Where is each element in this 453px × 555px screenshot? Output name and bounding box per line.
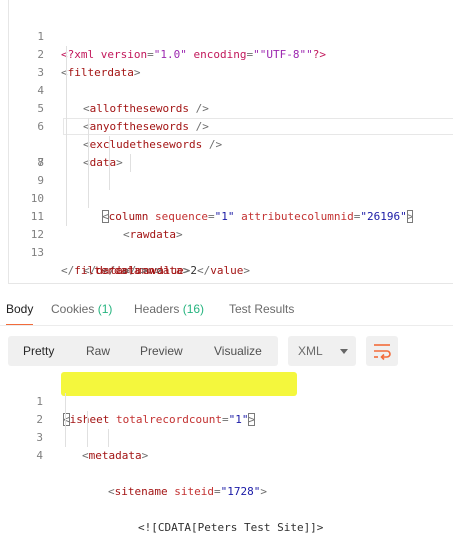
tabs-divider	[0, 325, 453, 326]
annotation-highlight	[61, 372, 297, 396]
code-line-active: 7 <column sequence="1" attributecolumnid…	[9, 118, 453, 223]
code-line: 12 </data>	[9, 208, 129, 277]
line-number: 13	[30, 246, 44, 259]
code-line: 3 <sitename siteid="1728">	[8, 411, 267, 498]
code-line: 5 <excludethesewords />	[9, 82, 222, 151]
code-line: 1 <?xml version="1.0" encoding=""UTF-8""…	[9, 10, 326, 61]
code-line: 13 </filterdata>	[9, 226, 147, 277]
code-line: 10 </rawdata>	[9, 172, 189, 277]
code-line: 4 <anyofthesewords />	[9, 64, 209, 133]
response-toolbar: Pretty Raw Preview Visualize XML	[0, 336, 453, 366]
code-line: 4 <![CDATA[Peters Test Site]]>	[8, 429, 323, 534]
format-dropdown[interactable]: XML	[288, 336, 356, 366]
code-line: 6 <data>	[9, 100, 123, 169]
wrap-lines-button[interactable]	[366, 336, 398, 366]
active-line-highlight	[63, 118, 453, 135]
view-raw-button[interactable]: Raw	[86, 336, 110, 366]
headers-count: (16)	[182, 302, 205, 316]
code-line: 1 <isheet totalrecordcount="1">	[8, 375, 256, 426]
code-line: 9 <value>2</value>	[9, 154, 250, 277]
tab-test-results[interactable]: Test Results	[229, 296, 294, 324]
code-line: 2 <metadata>	[8, 393, 148, 462]
wrap-lines-icon	[374, 344, 391, 361]
request-body-editor[interactable]: 1 <?xml version="1.0" encoding=""UTF-8""…	[8, 0, 453, 284]
code-line: 2 <filterdata>	[9, 28, 140, 79]
tab-headers[interactable]: Headers (16)	[134, 296, 204, 324]
line-number: 4	[36, 449, 43, 462]
view-pretty-button[interactable]: Pretty	[23, 336, 54, 366]
view-preview-button[interactable]: Preview	[140, 336, 183, 366]
view-mode-selector: Pretty Raw Preview Visualize	[8, 336, 278, 366]
tab-body[interactable]: Body	[6, 296, 34, 326]
code-line: 11 </column>	[9, 190, 162, 277]
view-visualize-button[interactable]: Visualize	[214, 336, 262, 366]
chevron-down-icon	[340, 349, 348, 354]
response-tabs: Body Cookies (1) Headers (16) Test Resul…	[0, 296, 453, 326]
response-body-editor[interactable]: 1 <isheet totalrecordcount="1"> 2 <metad…	[8, 372, 453, 534]
format-selected-value: XML	[298, 344, 323, 358]
code-line: 3 <allofthesewords />	[9, 46, 209, 115]
cookies-count: (1)	[97, 302, 113, 316]
tab-cookies[interactable]: Cookies (1)	[51, 296, 112, 324]
code-line: 8 <rawdata>	[9, 136, 183, 241]
